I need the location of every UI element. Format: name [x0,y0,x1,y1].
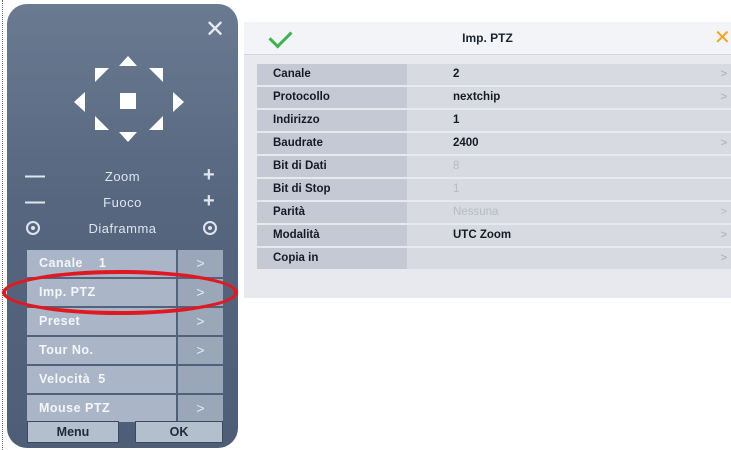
iris-row: Diaframma [7,218,238,240]
chevron-right-icon: > [720,137,727,149]
arrow-up-left-icon[interactable] [95,68,109,82]
menu-item-arrow-slot [178,366,223,393]
setting-key: Baudrate [257,133,407,154]
setting-value[interactable]: > [407,248,731,269]
menu-button[interactable]: Menu [27,421,119,443]
chevron-right-icon: > [178,308,223,335]
arrow-up-icon[interactable] [119,56,137,66]
setting-value-text: 2400 [453,137,479,149]
setting-key: Modalità [257,225,407,246]
setting-key: Protocollo [257,87,407,108]
chevron-right-icon: > [720,229,727,241]
setting-key: Bit di Dati [257,156,407,177]
arrow-down-right-icon[interactable] [149,116,163,130]
setting-value[interactable]: nextchip > [407,87,731,108]
setting-key: Indirizzo [257,110,407,131]
setting-key: Copia in [257,248,407,269]
setting-value-text: 1 [453,183,460,195]
setting-value-text: 8 [453,160,460,172]
setting-value-text: UTC Zoom [453,229,512,241]
menu-item-mouse-ptz[interactable]: Mouse PTZ > [27,395,223,422]
zoom-row: — Zoom + [7,165,238,188]
close-icon[interactable]: ✕ [714,28,731,48]
setting-value-text: Nessuna [453,206,499,218]
setting-value-text: nextchip [453,91,501,103]
arrow-down-icon[interactable] [119,132,137,142]
focus-row: — Fuoco + [7,191,238,214]
menu-item-tour-no[interactable]: Tour No. > [27,337,223,364]
chevron-right-icon: > [178,395,223,422]
setting-value-text: 2 [453,68,460,80]
direction-pad [7,4,238,164]
arrow-up-right-icon[interactable] [149,68,163,82]
setting-value: 8 [407,156,731,177]
setting-row-indirizzo[interactable]: Indirizzo 1 [257,110,731,131]
ok-button[interactable]: OK [135,421,223,443]
menu-item-label: Tour No. [27,337,176,364]
setting-value-text: 1 [453,114,460,126]
dialog-header: Imp. PTZ ✕ [244,22,731,55]
setting-row-protocollo[interactable]: Protocollo nextchip > [257,87,731,108]
menu-item-label: Velocità 5 [27,366,176,393]
setting-value[interactable]: 2 > [407,64,731,85]
setting-row-bit-di-stop: Bit di Stop 1 [257,179,731,200]
setting-row-baudrate[interactable]: Baudrate 2400 > [257,133,731,154]
chevron-right-icon: > [178,337,223,364]
setting-key: Parità [257,202,407,223]
menu-item-velocita[interactable]: Velocità 5 [27,366,223,393]
page-border [2,0,3,450]
highlight-annotation [2,270,238,315]
setting-row-modalita[interactable]: Modalità UTC Zoom > [257,225,731,246]
dialog-title: Imp. PTZ [462,31,513,45]
setting-row-parita[interactable]: Parità Nessuna > [257,202,731,223]
settings-table: Canale 2 > Protocollo nextchip > Indirizzo… [257,64,731,271]
arrow-right-icon[interactable] [173,92,184,112]
ptz-control-panel: ✕ — Zoom + — Fuoco + Diaframma Canale 1 … [7,4,238,448]
setting-row-copia-in[interactable]: Copia in > [257,248,731,269]
setting-row-bit-di-dati: Bit di Dati 8 [257,156,731,177]
stop-center-icon[interactable] [120,93,136,109]
menu-item-label: Mouse PTZ [27,395,176,422]
setting-row-canale[interactable]: Canale 2 > [257,64,731,85]
setting-value: 1 [407,179,731,200]
ptz-settings-dialog: Imp. PTZ ✕ Canale 2 > Protocollo nextchip… [244,22,731,298]
arrow-left-icon[interactable] [74,92,85,112]
setting-value[interactable]: 2400 > [407,133,731,154]
chevron-right-icon: > [720,252,727,264]
zoom-in-button[interactable]: + [203,165,215,185]
setting-value[interactable]: UTC Zoom > [407,225,731,246]
chevron-right-icon: > [720,68,727,80]
chevron-right-icon: > [720,206,727,218]
focus-far-button[interactable]: + [203,191,215,211]
setting-key: Canale [257,64,407,85]
setting-value[interactable]: Nessuna > [407,202,731,223]
ptz-footer: Menu OK [27,421,223,443]
setting-key: Bit di Stop [257,179,407,200]
setting-value[interactable]: 1 [407,110,731,131]
chevron-right-icon: > [720,91,727,103]
arrow-down-left-icon[interactable] [95,116,109,130]
iris-open-icon[interactable] [203,221,217,235]
